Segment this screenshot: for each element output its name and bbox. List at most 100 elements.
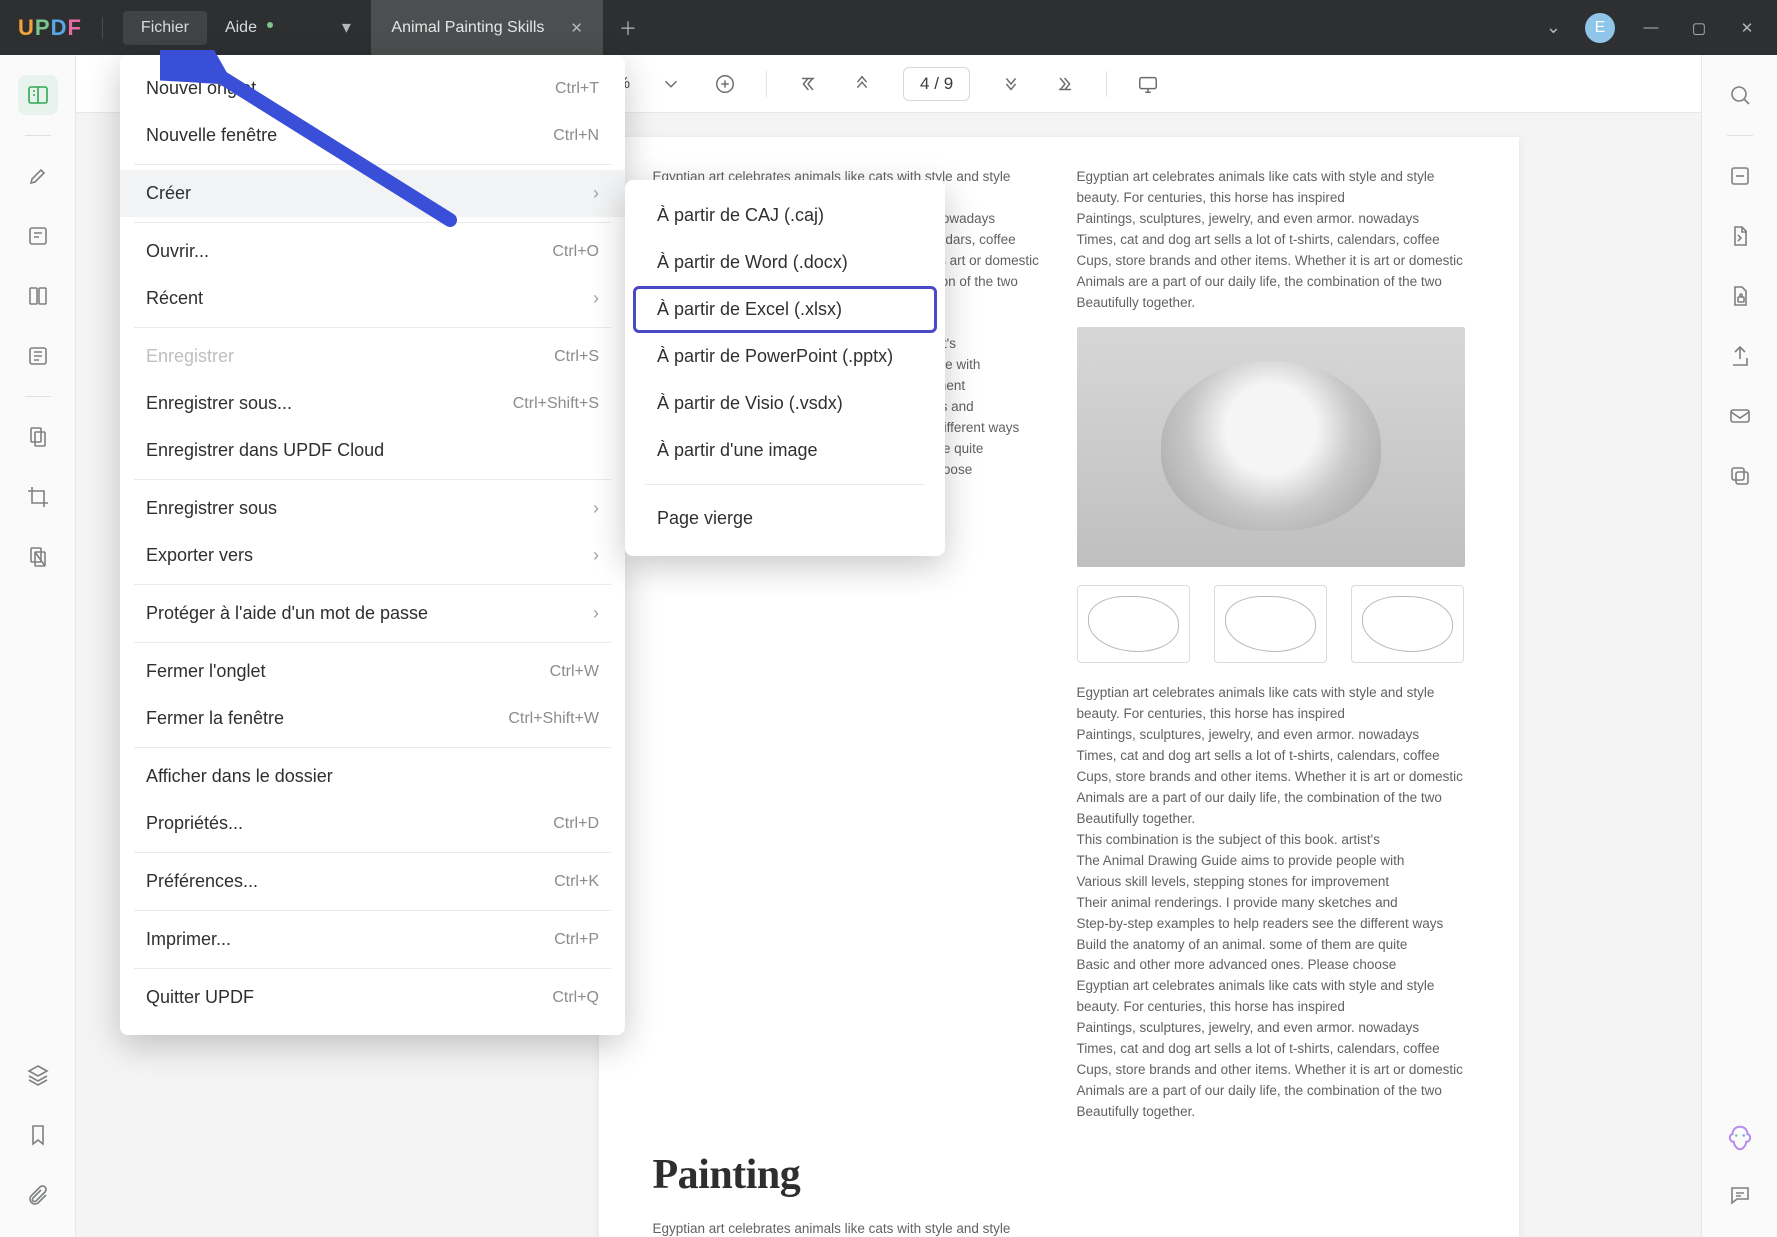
title-overflow-chevron[interactable]: ⌄ <box>1546 17 1561 38</box>
tool-crop-icon[interactable] <box>18 477 58 517</box>
file-menu-item[interactable]: Quitter UPDFCtrl+Q <box>120 974 625 1021</box>
tool-organize-icon[interactable] <box>18 417 58 457</box>
file-menu-item[interactable]: Enregistrer dans UPDF Cloud <box>120 427 625 474</box>
separator <box>645 484 925 485</box>
file-menu-item[interactable]: Enregistrer sous...Ctrl+Shift+S <box>120 380 625 427</box>
file-menu-item[interactable]: Nouvelle fenêtreCtrl+N <box>120 112 625 159</box>
left-sidebar <box>0 55 76 1237</box>
email-icon[interactable] <box>1720 396 1760 436</box>
ocr-icon[interactable] <box>1720 156 1760 196</box>
doc-heading: Painting <box>653 1151 1465 1199</box>
separator <box>134 642 611 643</box>
create-submenu-item[interactable]: À partir de Visio (.vsdx) <box>633 380 937 427</box>
window-close-icon[interactable]: ✕ <box>1735 19 1759 37</box>
close-tab-icon[interactable]: ✕ <box>570 19 583 37</box>
tool-highlight-icon[interactable] <box>18 156 58 196</box>
separator <box>134 968 611 969</box>
separator <box>25 135 51 136</box>
comments-icon[interactable] <box>1720 1175 1760 1215</box>
batch-icon[interactable] <box>1720 456 1760 496</box>
file-menu-item[interactable]: Fermer la fenêtreCtrl+Shift+W <box>120 695 625 742</box>
search-icon[interactable] <box>1720 75 1760 115</box>
chevron-right-icon: › <box>593 498 599 519</box>
doc-figure-dog <box>1077 327 1465 567</box>
window-maximize-icon[interactable]: ▢ <box>1687 19 1711 37</box>
layers-icon[interactable] <box>18 1055 58 1095</box>
menu-item-shortcut: Ctrl+W <box>550 663 599 681</box>
doc-sketch-row <box>1077 585 1465 663</box>
menubar-help[interactable]: Aide <box>207 11 291 45</box>
menu-item-label: Exporter vers <box>146 545 253 566</box>
separator <box>134 584 611 585</box>
window-minimize-icon[interactable]: ― <box>1639 19 1663 36</box>
create-submenu-item[interactable]: À partir d'une image <box>633 427 937 474</box>
page-indicator[interactable]: 4 / 9 <box>903 67 970 101</box>
zoom-in-icon[interactable] <box>712 71 738 97</box>
menu-item-shortcut: Ctrl+T <box>555 80 599 98</box>
bookmark-icon[interactable] <box>18 1115 58 1155</box>
menu-item-label: Enregistrer dans UPDF Cloud <box>146 440 384 461</box>
tool-edit-text-icon[interactable] <box>18 216 58 256</box>
file-menu-item[interactable]: Préférences...Ctrl+K <box>120 858 625 905</box>
present-icon[interactable] <box>1135 71 1161 97</box>
menubar-help-label: Aide <box>225 19 257 36</box>
separator <box>766 71 767 97</box>
separator <box>25 396 51 397</box>
tool-redact-icon[interactable] <box>18 537 58 577</box>
create-submenu-item[interactable]: À partir de CAJ (.caj) <box>633 192 937 239</box>
export-icon[interactable] <box>1720 216 1760 256</box>
file-menu-item[interactable]: Exporter vers› <box>120 532 625 579</box>
menu-item-shortcut: Ctrl+P <box>554 931 599 949</box>
file-menu-item[interactable]: Fermer l'onglet Ctrl+W <box>120 648 625 695</box>
file-menu-item[interactable]: Créer› <box>120 170 625 217</box>
separator <box>134 164 611 165</box>
create-submenu-item[interactable]: À partir de Word (.docx) <box>633 239 937 286</box>
file-menu-item: EnregistrerCtrl+S <box>120 333 625 380</box>
file-menu-item[interactable]: Propriétés... Ctrl+D <box>120 800 625 847</box>
tool-page-layout-icon[interactable] <box>18 276 58 316</box>
menu-item-shortcut: Ctrl+D <box>553 815 599 833</box>
menu-item-label: Fermer l'onglet <box>146 661 265 682</box>
menu-item-shortcut: Ctrl+Shift+W <box>508 710 599 728</box>
tool-reader-icon[interactable] <box>18 75 58 115</box>
create-submenu-item[interactable]: À partir de PowerPoint (.pptx) <box>633 333 937 380</box>
protect-icon[interactable] <box>1720 276 1760 316</box>
document-tab[interactable]: Animal Painting Skills ✕ <box>371 0 603 55</box>
file-menu-item[interactable]: Enregistrer sous› <box>120 485 625 532</box>
sketch-thumbnail <box>1214 585 1327 663</box>
prev-page-icon[interactable] <box>849 71 875 97</box>
share-icon[interactable] <box>1720 336 1760 376</box>
first-page-icon[interactable] <box>795 71 821 97</box>
new-tab-button[interactable]: ＋ <box>603 0 653 55</box>
file-menu-item[interactable]: Ouvrir...Ctrl+O <box>120 228 625 275</box>
file-menu-item[interactable]: Afficher dans le dossier <box>120 753 625 800</box>
separator <box>134 852 611 853</box>
tab-list-dropdown[interactable]: ▾ <box>321 0 371 55</box>
attachment-icon[interactable] <box>18 1175 58 1215</box>
menu-item-label: Propriétés... <box>146 813 243 834</box>
file-menu-item[interactable]: Nouvel ongletCtrl+T <box>120 65 625 112</box>
last-page-icon[interactable] <box>1052 71 1078 97</box>
separator <box>1727 135 1753 136</box>
separator <box>134 747 611 748</box>
ai-assistant-icon[interactable] <box>1723 1121 1757 1155</box>
tool-form-icon[interactable] <box>18 336 58 376</box>
right-sidebar <box>1701 55 1777 1237</box>
sketch-thumbnail <box>1351 585 1464 663</box>
title-bar: UPDF Fichier Aide ▾ Animal Painting Skil… <box>0 0 1777 55</box>
menu-item-label: Créer <box>146 183 191 204</box>
zoom-dropdown-icon[interactable] <box>658 71 684 97</box>
file-menu-item[interactable]: Protéger à l'aide d'un mot de passe› <box>120 590 625 637</box>
menu-item-shortcut: Ctrl+Q <box>552 989 599 1007</box>
create-submenu-item[interactable]: À partir de Excel (.xlsx) <box>633 286 937 333</box>
next-page-icon[interactable] <box>998 71 1024 97</box>
separator <box>134 327 611 328</box>
menu-item-shortcut: Ctrl+O <box>552 243 599 261</box>
page-total: 9 <box>944 74 953 93</box>
create-submenu-item[interactable]: Page vierge <box>633 495 937 542</box>
file-menu-item[interactable]: Imprimer...Ctrl+P <box>120 916 625 963</box>
menu-item-shortcut: Ctrl+K <box>554 873 599 891</box>
menubar-file[interactable]: Fichier <box>123 11 207 45</box>
file-menu-item[interactable]: Récent› <box>120 275 625 322</box>
user-avatar[interactable]: E <box>1585 13 1615 43</box>
